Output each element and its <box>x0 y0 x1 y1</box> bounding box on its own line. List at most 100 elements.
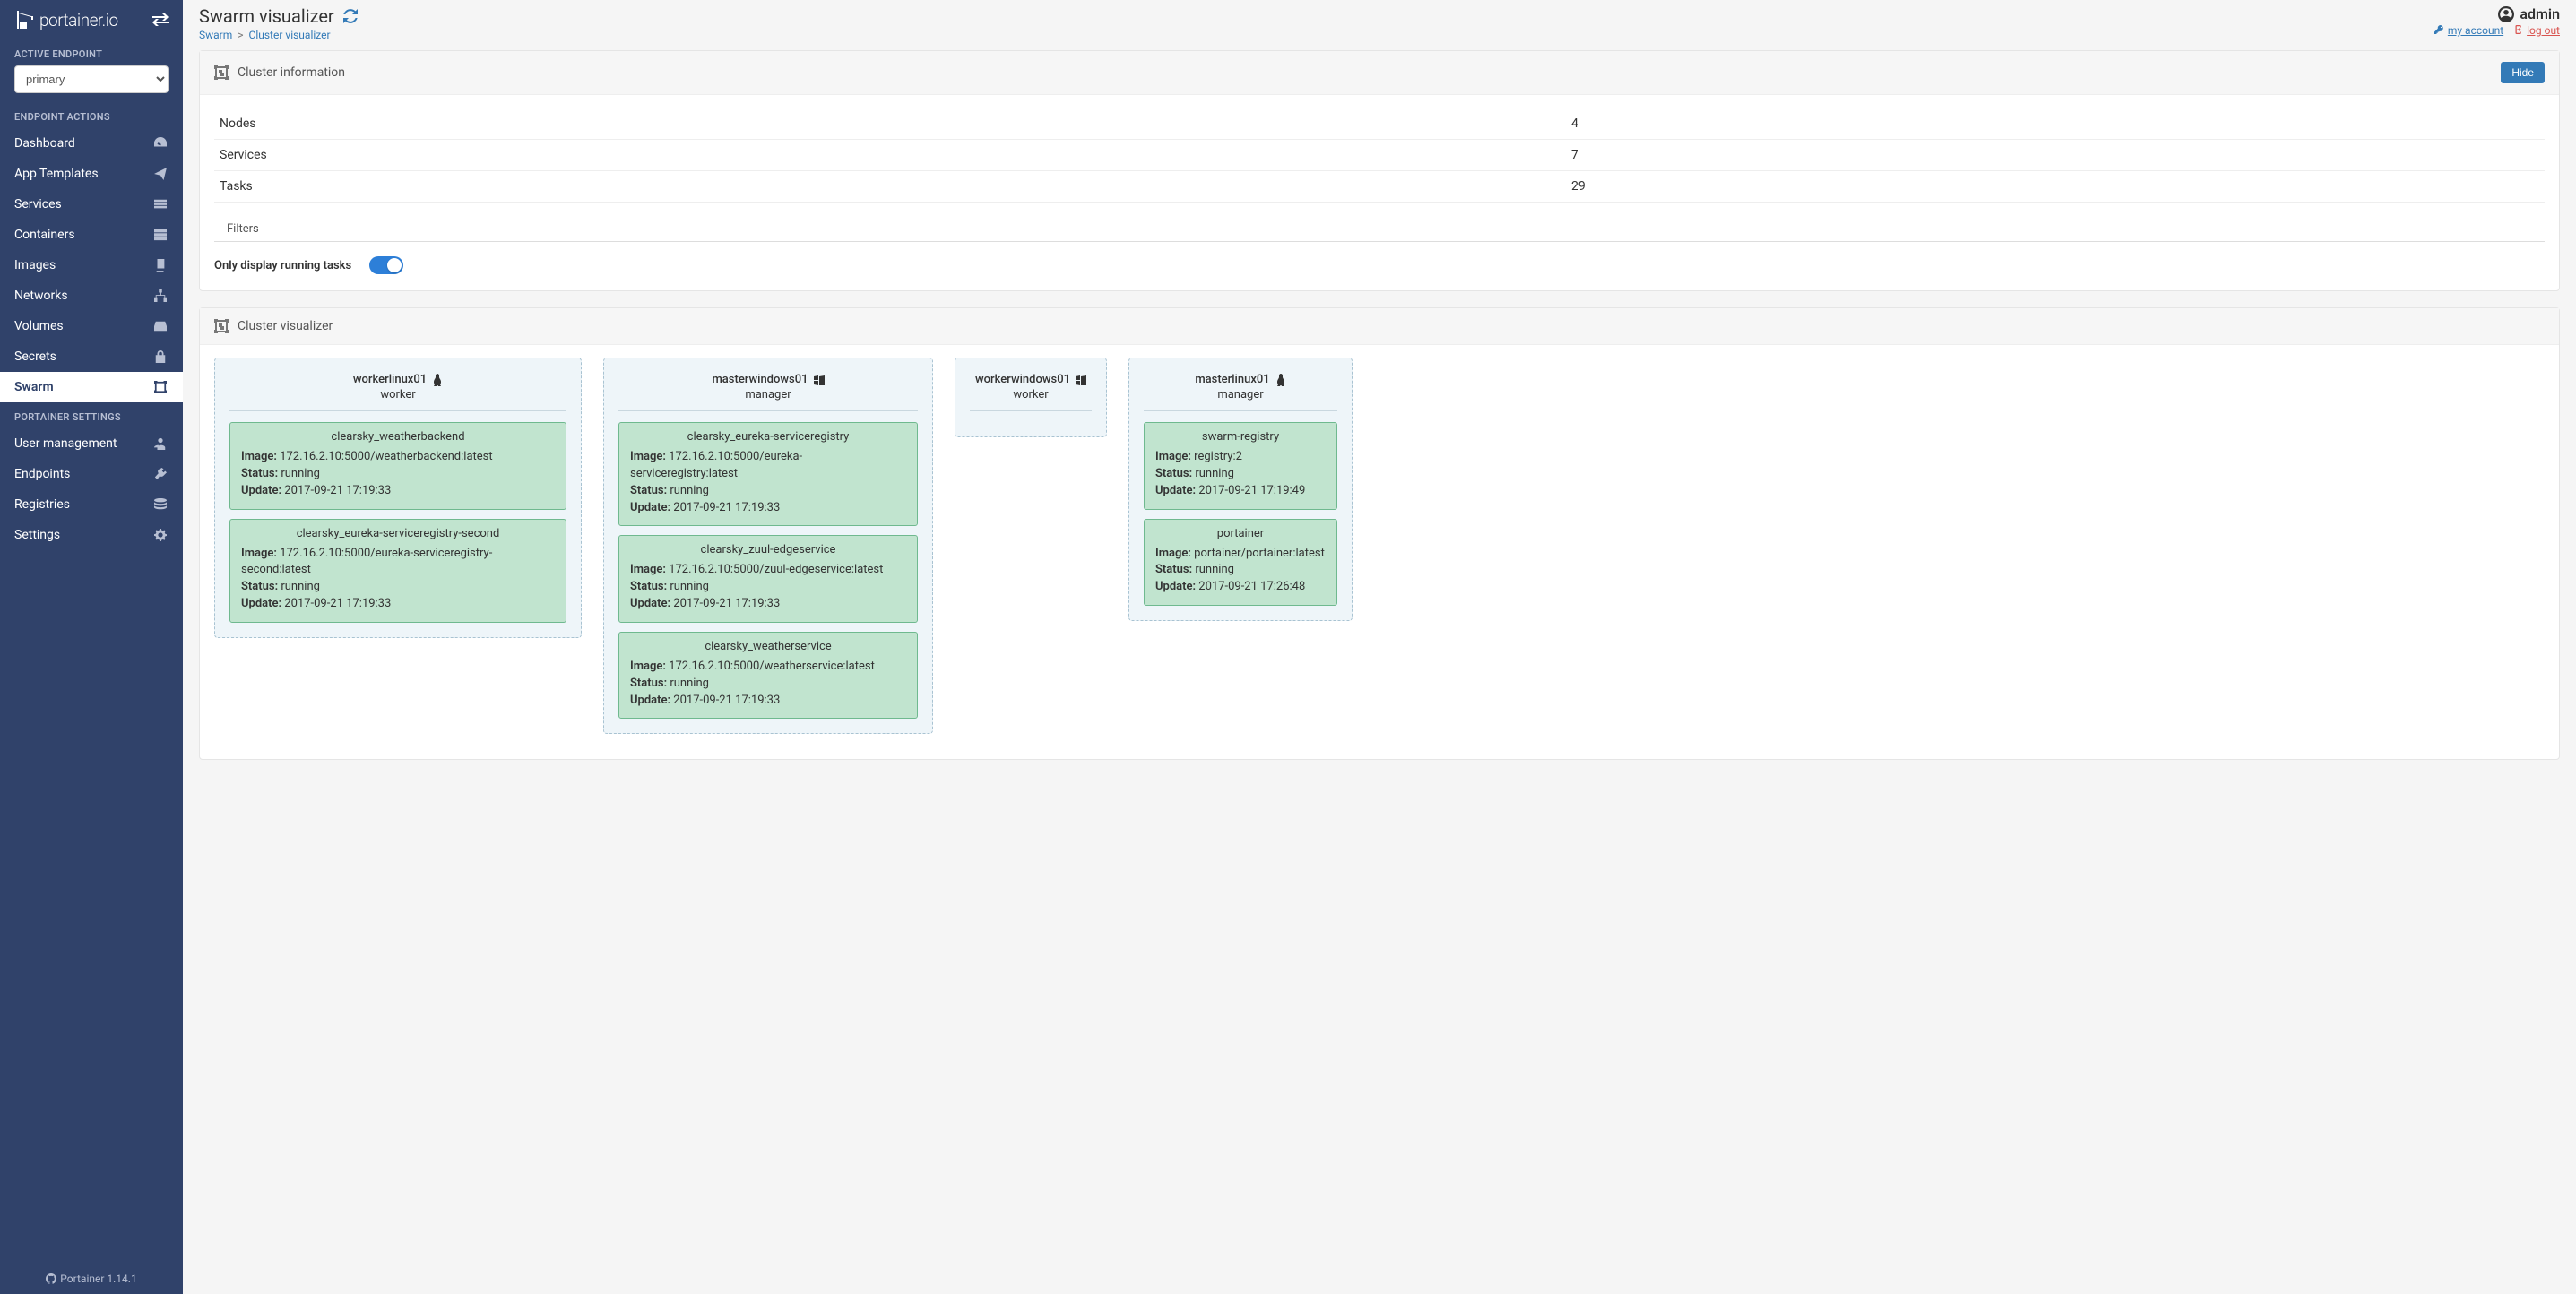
sidebar-item-images[interactable]: Images <box>0 250 183 280</box>
users-icon <box>154 437 169 450</box>
sidebar-item-containers[interactable]: Containers <box>0 220 183 250</box>
node-role: worker <box>229 388 566 401</box>
filter-running-toggle[interactable] <box>369 256 403 274</box>
task-image: Image: 172.16.2.10:5000/weatherservice:l… <box>630 659 906 676</box>
task-card[interactable]: swarm-registryImage: registry:2Status: r… <box>1144 422 1337 510</box>
brand-logo: portainer.io <box>14 9 118 30</box>
task-status: Status: running <box>630 579 906 596</box>
sidebar-item-app-templates[interactable]: App Templates <box>0 159 183 189</box>
task-card[interactable]: clearsky_weatherbackendImage: 172.16.2.1… <box>229 422 566 510</box>
task-update: Update: 2017-09-21 17:19:49 <box>1155 483 1326 500</box>
sidebar-item-endpoints[interactable]: Endpoints <box>0 459 183 489</box>
nav-label: Images <box>14 258 154 272</box>
endpoint-select[interactable]: primary <box>14 65 169 93</box>
info-row: Services7 <box>214 140 2545 171</box>
active-endpoint-label: ACTIVE ENDPOINT <box>0 39 183 65</box>
sidebar-item-services[interactable]: Services <box>0 189 183 220</box>
info-value: 29 <box>1566 171 2545 203</box>
nav-label: Registries <box>14 497 154 512</box>
sidebar-header: portainer.io <box>0 0 183 39</box>
diagram-icon <box>154 381 169 393</box>
page-title: Swarm visualizer <box>199 5 334 27</box>
windows-icon <box>1076 375 1086 385</box>
info-row: Tasks29 <box>214 171 2545 203</box>
node-card: workerlinux01 workerclearsky_weatherback… <box>214 358 582 638</box>
nav-endpoint-actions: Dashboard App TemplatesServices Containers… <box>0 128 183 402</box>
user-circle-icon <box>2498 6 2514 22</box>
task-card[interactable]: portainer Image: portainer/portainer:late… <box>1144 519 1337 607</box>
refresh-icon[interactable] <box>343 9 358 23</box>
sidebar-item-dashboard[interactable]: Dashboard <box>0 128 183 159</box>
task-name: clearsky_weatherservice <box>630 640 906 653</box>
my-account-link[interactable]: my account <box>2448 24 2503 37</box>
sidebar-item-volumes[interactable]: Volumes <box>0 311 183 341</box>
node-name: masterlinux01 <box>1144 373 1337 386</box>
info-key: Tasks <box>214 171 1566 203</box>
task-card[interactable]: clearsky_weatherservice Image: 172.16.2.1… <box>618 632 918 720</box>
info-key: Nodes <box>214 108 1566 140</box>
info-key: Services <box>214 140 1566 171</box>
node-card: masterwindows01 managerclearsky_eureka-s… <box>603 358 933 734</box>
portainer-settings-label: PORTAINER SETTINGS <box>0 402 183 428</box>
task-name: clearsky_zuul-edgeservice <box>630 543 906 556</box>
logout-link[interactable]: log out <box>2527 24 2560 37</box>
task-name: clearsky_weatherbackend <box>241 430 555 444</box>
breadcrumb-swarm[interactable]: Swarm <box>199 29 232 41</box>
nav-portainer-settings: User management Endpoints Registries Settin… <box>0 428 183 550</box>
node-role: worker <box>970 388 1092 401</box>
object-group-icon <box>214 65 229 80</box>
key-icon <box>2434 24 2446 37</box>
cluster-visualizer-panel: Cluster visualizer workerlinux01 workerc… <box>199 307 2560 760</box>
footer-version: Portainer 1.14.1 <box>60 1272 136 1285</box>
task-image: Image: 172.16.2.10:5000/eureka-servicere… <box>630 449 906 483</box>
database-icon <box>154 498 169 511</box>
node-role: manager <box>1144 388 1337 401</box>
breadcrumb-cluster-visualizer[interactable]: Cluster visualizer <box>249 29 331 41</box>
nav-label: Swarm <box>14 380 154 394</box>
sidebar-item-registries[interactable]: Registries <box>0 489 183 520</box>
node-card: masterlinux01 manager swarm-registry Image… <box>1128 358 1353 621</box>
info-value: 4 <box>1566 108 2545 140</box>
task-image: Image: registry:2 <box>1155 449 1326 466</box>
list-icon <box>154 198 169 211</box>
cluster-visualizer-title: Cluster visualizer <box>238 319 333 333</box>
task-status: Status: running <box>241 579 555 596</box>
sidebar-item-user-management[interactable]: User management <box>0 428 183 459</box>
sidebar-item-settings[interactable]: Settings <box>0 520 183 550</box>
sidebar-toggle-icon[interactable] <box>152 13 169 26</box>
hide-button[interactable]: Hide <box>2501 62 2545 83</box>
gears-icon <box>154 529 169 541</box>
linux-icon <box>1275 374 1286 386</box>
node-name: masterwindows01 <box>618 373 918 386</box>
task-image: Image: portainer/portainer:latest <box>1155 546 1326 563</box>
nav-label: Containers <box>14 228 154 242</box>
topbar: Swarm visualizer Swarm > Cluster visuali… <box>183 0 2576 50</box>
task-name: clearsky_eureka-serviceregistry-second <box>241 527 555 540</box>
task-status: Status: running <box>630 676 906 693</box>
task-update: Update: 2017-09-21 17:19:33 <box>630 596 906 613</box>
sidebar-item-secrets[interactable]: Secrets <box>0 341 183 372</box>
nav-label: Settings <box>14 528 154 542</box>
logout-icon <box>2513 24 2525 37</box>
cluster-info-table: Nodes4Services7Tasks29 <box>214 108 2545 203</box>
task-card[interactable]: clearsky_eureka-serviceregistryImage: 17… <box>618 422 918 526</box>
nav-label: Dashboard <box>14 136 154 151</box>
task-update: Update: 2017-09-21 17:19:33 <box>241 596 555 613</box>
sidebar-item-networks[interactable]: Networks <box>0 280 183 311</box>
node-card: workerwindows01 worker <box>955 358 1107 437</box>
task-update: Update: 2017-09-21 17:19:33 <box>630 500 906 517</box>
task-card[interactable]: clearsky_eureka-serviceregistry-secondIm… <box>229 519 566 623</box>
sidebar-item-swarm[interactable]: Swarm <box>0 372 183 402</box>
filter-running-label: Only display running tasks <box>214 259 351 272</box>
task-name: swarm-registry <box>1155 430 1326 444</box>
task-name: portainer <box>1155 527 1326 540</box>
sidebar-footer: Portainer 1.14.1 <box>0 1264 183 1294</box>
task-update: Update: 2017-09-21 17:19:33 <box>241 483 555 500</box>
task-card[interactable]: clearsky_zuul-edgeserviceImage: 172.16.2… <box>618 535 918 623</box>
lock-icon <box>154 350 169 363</box>
nav-label: Endpoints <box>14 467 154 481</box>
nodes-row: workerlinux01 workerclearsky_weatherback… <box>200 345 2559 759</box>
task-update: Update: 2017-09-21 17:26:48 <box>1155 579 1326 596</box>
cluster-info-title: Cluster information <box>238 65 345 80</box>
task-update: Update: 2017-09-21 17:19:33 <box>630 693 906 710</box>
